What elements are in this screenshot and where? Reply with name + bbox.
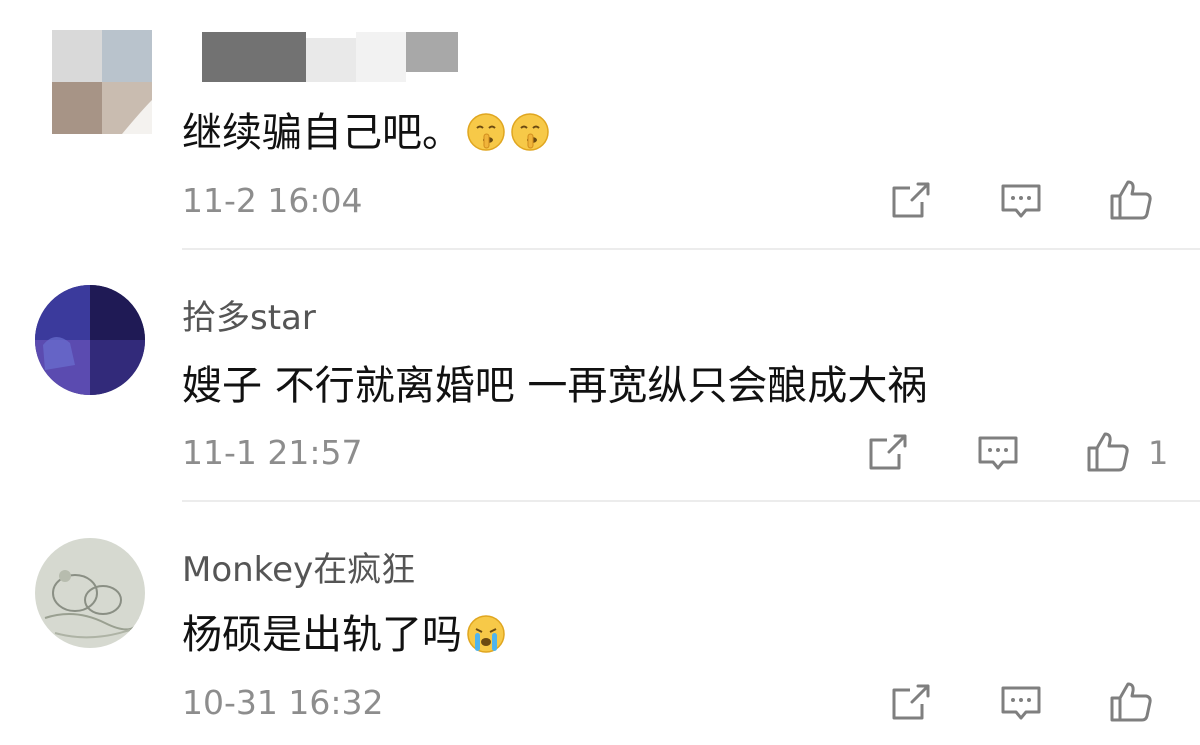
comment-text-content: 继续骗自己吧。 bbox=[182, 110, 462, 156]
author-name[interactable]: Monkey在疯狂 bbox=[182, 542, 415, 591]
comment-item: 拾多star 嫂子 不行就离婚吧 一再宽纵只会酿成大祸 11-1 21:57 1 bbox=[0, 250, 1200, 502]
avatar[interactable] bbox=[35, 285, 145, 395]
reply-comment-icon bbox=[978, 436, 1018, 470]
comment-text: 继续骗自己吧。 bbox=[182, 100, 550, 158]
like-button[interactable] bbox=[1108, 176, 1154, 222]
thumbs-up-icon bbox=[1110, 682, 1152, 722]
like-button[interactable] bbox=[1108, 678, 1154, 724]
reply-comment-icon bbox=[1001, 686, 1041, 720]
author-name-redacted[interactable] bbox=[202, 32, 458, 82]
thumbs-up-icon bbox=[1087, 432, 1129, 472]
avatar[interactable] bbox=[35, 538, 145, 648]
share-button[interactable] bbox=[865, 430, 911, 476]
reply-comment-icon bbox=[1001, 184, 1041, 218]
comment-timestamp: 10-31 16:32 bbox=[182, 683, 384, 722]
share-button[interactable] bbox=[888, 178, 934, 224]
reply-button[interactable] bbox=[998, 680, 1044, 726]
author-name[interactable]: 拾多star bbox=[182, 290, 316, 339]
comment-item: 继续骗自己吧。 11-2 16:04 bbox=[0, 0, 1200, 250]
thumbs-up-icon bbox=[1110, 180, 1152, 220]
shushing-face-emoji bbox=[466, 112, 506, 152]
comment-timestamp: 11-1 21:57 bbox=[182, 433, 363, 472]
comment-text: 嫂子 不行就离婚吧 一再宽纵只会酿成大祸 bbox=[182, 363, 928, 409]
share-edit-icon bbox=[892, 684, 930, 720]
avatar[interactable] bbox=[52, 30, 152, 134]
shushing-face-emoji bbox=[510, 112, 550, 152]
reply-button[interactable] bbox=[975, 430, 1021, 476]
like-count: 1 bbox=[1148, 434, 1169, 472]
share-edit-icon bbox=[869, 434, 907, 470]
reply-button[interactable] bbox=[998, 178, 1044, 224]
comment-text: 杨硕是出轨了吗 bbox=[182, 602, 506, 660]
comment-item: Monkey在疯狂 杨硕是出轨了吗 10-31 16:32 bbox=[0, 500, 1200, 745]
share-button[interactable] bbox=[888, 680, 934, 726]
comment-timestamp: 11-2 16:04 bbox=[182, 181, 363, 220]
comment-text-content: 杨硕是出轨了吗 bbox=[182, 612, 462, 658]
like-button[interactable] bbox=[1085, 428, 1131, 474]
crying-face-emoji bbox=[466, 614, 506, 654]
share-edit-icon bbox=[892, 182, 930, 218]
